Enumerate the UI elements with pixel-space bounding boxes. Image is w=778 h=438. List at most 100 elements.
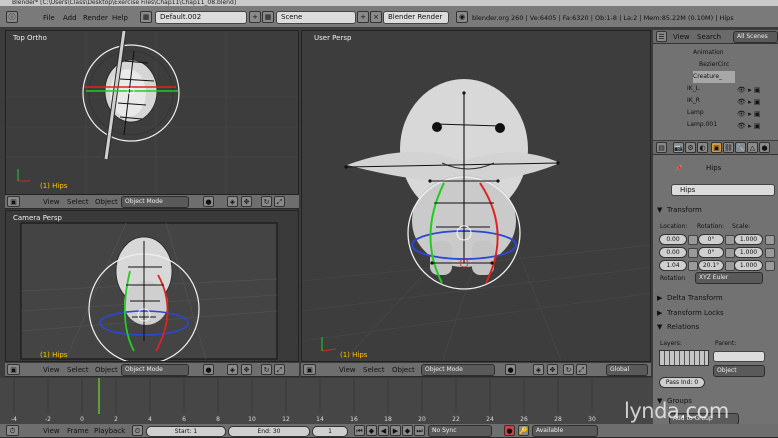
editor-type-icon[interactable]: ⏱ — [6, 425, 19, 436]
menu-view[interactable]: View — [43, 198, 60, 206]
object-tab-icon[interactable]: ▣ — [711, 142, 722, 153]
location-x-field[interactable]: 0.00 — [659, 234, 687, 245]
pivot-icon[interactable]: ◈ — [227, 196, 238, 207]
outliner-search-menu[interactable]: Search — [697, 33, 721, 41]
manipulator-icon[interactable]: ✥ — [241, 196, 252, 207]
lock-scale-y-icon[interactable] — [765, 248, 775, 258]
keying-set-select[interactable]: Available — [532, 425, 598, 437]
mode-select[interactable]: Object Mode — [421, 364, 495, 376]
relations-expand-icon[interactable]: ▼ — [657, 323, 662, 331]
rotate-manipulator-icon[interactable]: ↻ — [261, 196, 272, 207]
editor-type-icon[interactable]: ⓘ — [6, 11, 18, 23]
transform-locks-section[interactable]: Transform Locks — [667, 309, 724, 317]
scale-manipulator-icon[interactable]: ⤢ — [274, 196, 285, 207]
delta-transform-expand-icon[interactable]: ▶ — [657, 294, 662, 302]
menu-view[interactable]: View — [43, 366, 60, 374]
sync-mode-select[interactable]: No Sync — [428, 425, 492, 437]
menu-file[interactable]: File — [43, 14, 55, 22]
menu-object[interactable]: Object — [392, 366, 415, 374]
menu-add[interactable]: Add — [63, 14, 77, 22]
menu-select[interactable]: Select — [363, 366, 385, 374]
outliner-view-menu[interactable]: View — [673, 33, 690, 41]
outliner-item-lamp[interactable]: Lamp — [687, 107, 704, 119]
jump-start-icon[interactable]: ⏮ — [354, 425, 365, 436]
location-z-field[interactable]: 1.04 — [659, 260, 687, 271]
outliner-item-ik-r[interactable]: IK_R — [687, 95, 700, 107]
outliner-item-ik-l[interactable]: IK_L — [687, 83, 699, 95]
editor-type-icon[interactable]: ▣ — [303, 364, 316, 375]
outliner-item-beziercirc[interactable]: BezierCirc — [699, 59, 729, 71]
editor-type-icon[interactable]: ▣ — [7, 364, 20, 375]
menu-render[interactable]: Render — [83, 14, 108, 22]
editor-type-icon[interactable]: ☰ — [656, 31, 667, 42]
pivot-icon[interactable]: ◈ — [227, 364, 238, 375]
viewport-top-ortho[interactable]: Top Ortho (1) Hips — [5, 30, 299, 195]
prev-keyframe-icon[interactable]: ◆ — [366, 425, 377, 436]
menu-view[interactable]: View — [339, 366, 356, 374]
render-engine-select[interactable]: Blender Render — [383, 11, 449, 24]
mode-select[interactable]: Object Mode — [121, 364, 189, 376]
shading-icon[interactable]: ● — [203, 196, 214, 207]
rotation-mode-select[interactable]: XYZ Euler — [695, 272, 763, 284]
end-frame-field[interactable]: End: 30 — [228, 426, 310, 437]
jump-end-icon[interactable]: ⏭ — [414, 425, 425, 436]
pass-index-field[interactable]: Pass Ind: 0 — [659, 377, 705, 388]
next-keyframe-icon[interactable]: ◆ — [402, 425, 413, 436]
layout-add-icon[interactable]: + — [249, 11, 261, 23]
menu-object[interactable]: Object — [95, 366, 118, 374]
rotate-manipulator-icon[interactable]: ↻ — [563, 364, 574, 375]
scene-field[interactable]: Scene — [276, 11, 356, 24]
delta-transform-section[interactable]: Delta Transform — [667, 294, 723, 302]
lock-location-x-icon[interactable] — [688, 235, 698, 245]
preview-range-icon[interactable]: ⏲ — [132, 425, 143, 436]
menu-select[interactable]: Select — [67, 366, 89, 374]
lock-scale-x-icon[interactable] — [765, 235, 775, 245]
timeline-view-menu[interactable]: View — [43, 427, 60, 435]
scene-delete-icon[interactable]: × — [370, 11, 382, 23]
layout-browse-icon[interactable]: ▦ — [140, 11, 152, 23]
object-name-field[interactable]: Hips — [671, 184, 775, 196]
scene-browse-icon[interactable]: ▦ — [262, 11, 274, 23]
timeline-playback-menu[interactable]: Playback — [94, 427, 125, 435]
menu-select[interactable]: Select — [67, 198, 89, 206]
shading-icon[interactable]: ● — [203, 364, 214, 375]
material-tab-icon[interactable]: ● — [759, 142, 770, 153]
transform-section[interactable]: Transform — [667, 206, 702, 214]
layers-grid[interactable] — [659, 350, 709, 366]
lock-location-z-icon[interactable] — [688, 261, 698, 271]
editor-type-icon[interactable]: ▣ — [7, 196, 20, 207]
timeline[interactable]: -4 -2 0 2 4 6 8 10 12 14 16 18 20 22 24 26 28 30 — [0, 378, 653, 424]
rotate-manipulator-icon[interactable]: ↻ — [261, 364, 272, 375]
world-tab-icon[interactable]: ◐ — [697, 142, 708, 153]
shading-icon[interactable]: ● — [505, 364, 516, 375]
outliner-visibility-toggles[interactable]: 👁 ▸ ▣ 👁 ▸ ▣ 👁 ▸ ▣ 👁 ▸ ▣ — [737, 84, 773, 132]
scale-y-field[interactable]: 1.000 — [734, 247, 763, 258]
lock-scale-z-icon[interactable] — [765, 261, 775, 271]
scale-manipulator-icon[interactable]: ⤢ — [274, 364, 285, 375]
rotation-z-field[interactable]: 20.1° — [698, 260, 724, 271]
manipulator-icon[interactable]: ✥ — [547, 364, 558, 375]
modifiers-tab-icon[interactable]: 🔧 — [735, 142, 746, 153]
relations-section[interactable]: Relations — [667, 323, 699, 331]
scale-x-field[interactable]: 1.000 — [734, 234, 763, 245]
record-icon[interactable]: ● — [504, 425, 515, 436]
scale-z-field[interactable]: 1.000 — [734, 260, 763, 271]
mode-select[interactable]: Object Mode — [121, 196, 189, 208]
parent-type-select[interactable]: Object — [713, 365, 765, 377]
pivot-icon[interactable]: ◈ — [533, 364, 544, 375]
keying-set-icon[interactable]: 🔑 — [518, 425, 529, 436]
scene-add-icon[interactable]: + — [357, 11, 369, 23]
viewport-user-persp[interactable]: User Persp (1) Hips — [301, 30, 651, 362]
play-icon[interactable]: ▶ — [390, 425, 401, 436]
manipulator-icon[interactable]: ✥ — [241, 364, 252, 375]
parent-field[interactable] — [713, 351, 765, 362]
transform-locks-expand-icon[interactable]: ▶ — [657, 309, 662, 317]
viewport-camera-persp[interactable]: Camera Persp (1) Hips — [5, 210, 299, 362]
start-frame-field[interactable]: Start: 1 — [146, 426, 226, 437]
constraints-tab-icon[interactable]: ⛓ — [723, 142, 734, 153]
location-y-field[interactable]: 0.00 — [659, 247, 687, 258]
menu-object[interactable]: Object — [95, 198, 118, 206]
menu-help[interactable]: Help — [112, 14, 128, 22]
current-frame-field[interactable]: 1 — [312, 426, 348, 437]
outliner-filter-select[interactable]: All Scenes — [733, 31, 778, 43]
